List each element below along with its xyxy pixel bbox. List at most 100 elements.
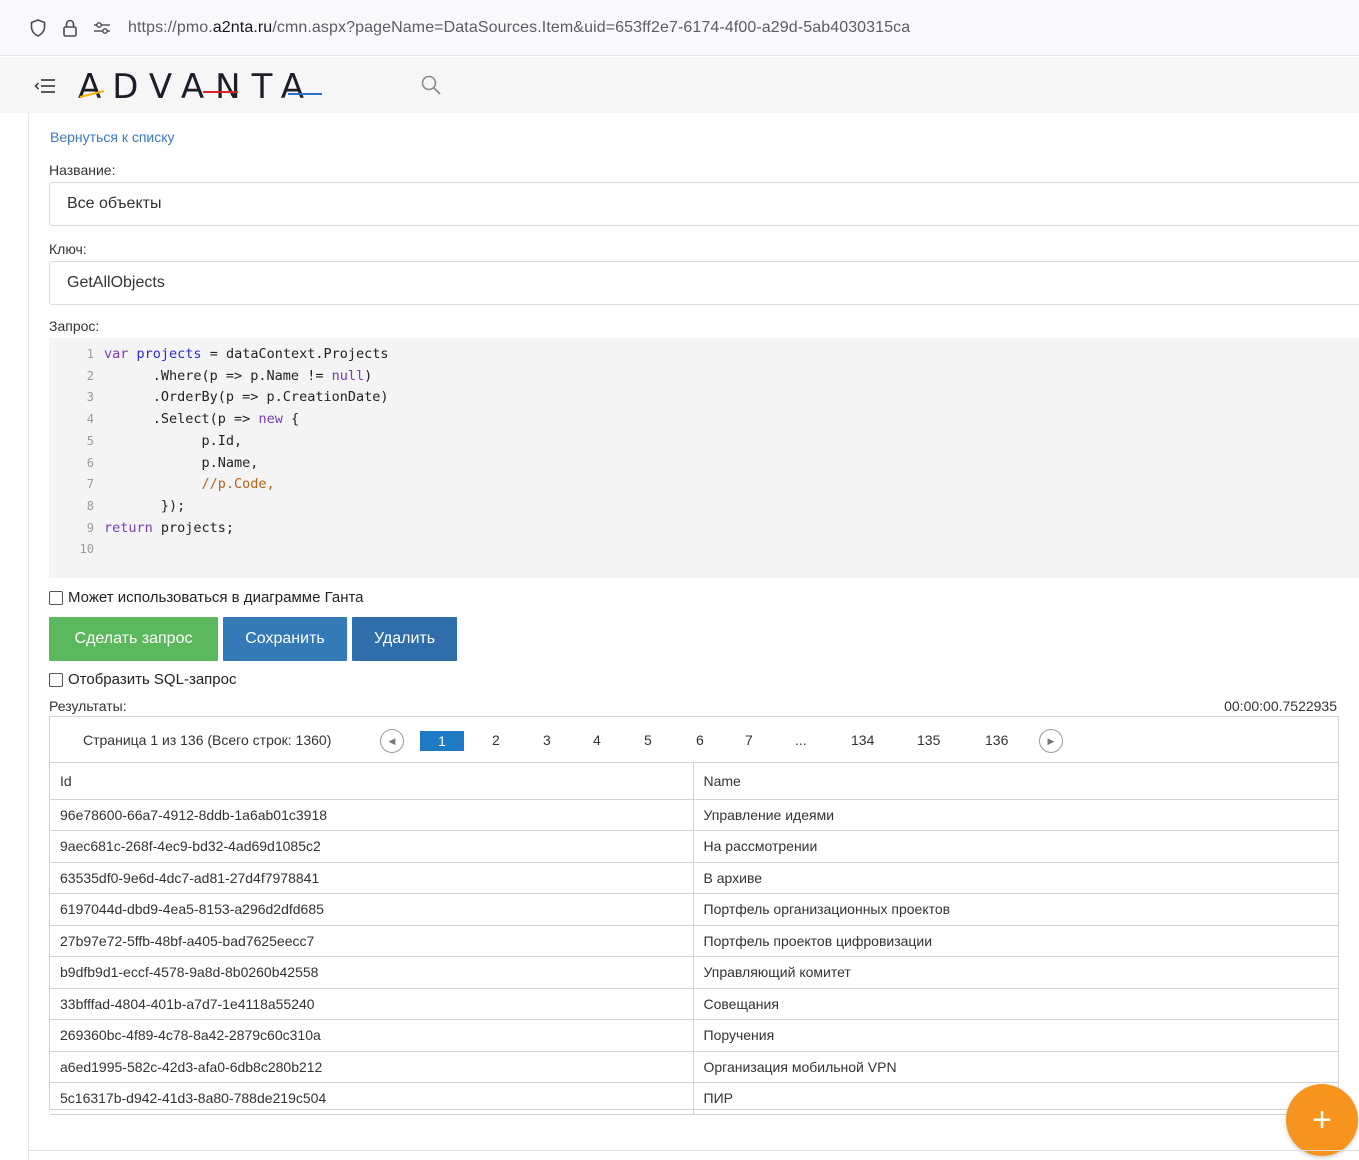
name-field[interactable]: Все объекты	[49, 182, 1359, 226]
code-text: //p.Code,	[104, 476, 275, 493]
table-row[interactable]: a6ed1995-582c-42d3-afa0-6db8c280b212 Орга…	[50, 1050, 1338, 1083]
lock-icon[interactable]	[60, 18, 80, 38]
code-line: 9 return projects;	[49, 517, 234, 539]
column-header-id[interactable]: Id	[50, 763, 694, 800]
show-sql-checkbox-box[interactable]	[49, 672, 63, 687]
page-link[interactable]: 3	[543, 732, 551, 748]
results-label: Результаты:	[49, 698, 127, 714]
code-line: 5 p.Id,	[49, 430, 242, 452]
code-line: 6 p.Name,	[49, 452, 259, 474]
key-field[interactable]: GetAllObjects	[49, 261, 1359, 305]
line-number: 4	[86, 412, 94, 427]
code-line: 7 //p.Code,	[49, 473, 275, 495]
code-line: 3 .OrderBy(p => p.CreationDate)	[49, 386, 389, 408]
cell-id: 5c16317b-d942-41d3-8a80-788de219c504	[50, 1082, 694, 1115]
code-text: var projects = dataContext.Projects	[104, 346, 389, 362]
column-header-name[interactable]: Name	[692, 763, 1338, 800]
line-number: 8	[86, 498, 94, 513]
table-row[interactable]: 96e78600-66a7-4912-8ddb-1a6ab01c3918 Упра…	[50, 798, 1338, 831]
code-text: });	[104, 497, 186, 514]
line-number: 5	[86, 433, 94, 448]
cell-id: 6197044d-dbd9-4ea5-8153-a296d2dfd685	[50, 893, 694, 926]
cell-name: Портфель проектов цифровизации	[692, 924, 1338, 957]
table-row[interactable]: 269360bc-4f89-4c78-8a42-2879c60c310a Пору…	[50, 1019, 1338, 1052]
cell-id: 9aec681c-268f-4ec9-bd32-4ad69d1085c2	[50, 830, 694, 863]
plus-icon: +	[1312, 1100, 1332, 1139]
show-sql-checkbox[interactable]: Отобразить SQL-запрос	[49, 671, 236, 688]
prev-page-icon[interactable]: ◀	[380, 729, 404, 753]
table-row[interactable]: 9aec681c-268f-4ec9-bd32-4ad69d1085c2 На р…	[50, 830, 1338, 863]
line-number: 3	[86, 390, 94, 405]
next-page-icon[interactable]: ▶	[1039, 729, 1063, 753]
page-link[interactable]: 2	[492, 732, 500, 748]
url-path: /cmn.aspx?pageName=DataSources.Item&uid=…	[272, 18, 911, 36]
save-button[interactable]: Сохранить	[223, 617, 347, 661]
advanta-logo[interactable]: ADVANTA	[78, 67, 322, 107]
page-ellipsis: ...	[795, 732, 807, 748]
shield-icon[interactable]	[28, 18, 48, 38]
cell-name: Поручения	[692, 1019, 1338, 1052]
search-icon[interactable]	[419, 73, 443, 97]
code-line: 8 });	[49, 495, 186, 517]
line-number: 10	[79, 542, 94, 557]
code-text: .Select(p => new {	[104, 411, 300, 428]
table-row[interactable]: 33bfffad-4804-401b-a7d7-1e4118a55240 Сове…	[50, 987, 1338, 1020]
cell-id: a6ed1995-582c-42d3-afa0-6db8c280b212	[50, 1050, 694, 1083]
cell-id: b9dfb9d1-eccf-4578-9a8d-8b0260b42558	[50, 956, 694, 989]
cell-name: Организация мобильной VPN	[692, 1050, 1338, 1083]
code-text: p.Id,	[104, 432, 243, 449]
gantt-checkbox-box[interactable]	[49, 590, 63, 605]
show-sql-checkbox-label: Отобразить SQL-запрос	[68, 671, 237, 688]
browser-url-bar: https://pmo.a2nta.ru/cmn.aspx?pageName=D…	[0, 0, 1359, 56]
page-link[interactable]: 135	[917, 732, 940, 748]
url-domain: a2nta.ru	[212, 18, 273, 36]
back-to-list-link[interactable]: Вернуться к списку	[50, 129, 175, 145]
pager: Страница 1 из 136 (Всего строк: 1360) ◀ …	[50, 717, 1338, 763]
code-line: 1 var projects = dataContext.Projects	[49, 343, 389, 365]
results-table: Id Name 96e78600-66a7-4912-8ddb-1a6ab01c…	[50, 763, 1338, 1115]
code-text: p.Name,	[104, 454, 259, 471]
app-header: ADVANTA	[0, 57, 1359, 113]
add-button[interactable]: +	[1286, 1084, 1358, 1156]
url-text[interactable]: https://pmo.a2nta.ru/cmn.aspx?pageName=D…	[128, 19, 910, 37]
code-line: 2 .Where(p => p.Name != null)	[49, 365, 372, 387]
delete-button[interactable]: Удалить	[352, 617, 457, 661]
collapse-menu-icon[interactable]	[34, 77, 56, 95]
permissions-icon[interactable]	[92, 18, 112, 38]
page-link[interactable]: 6	[696, 732, 704, 748]
cell-name: Управляющий комитет	[692, 956, 1338, 989]
cell-name: ПИР	[692, 1082, 1338, 1115]
query-label: Запрос:	[49, 318, 100, 334]
code-line: 10	[49, 538, 104, 560]
table-row[interactable]: 5c16317b-d942-41d3-8a80-788de219c504 ПИР	[50, 1082, 1338, 1115]
table-row[interactable]: 27b97e72-5ffb-48bf-a405-bad7625eecc7 Порт…	[50, 924, 1338, 957]
cell-name: В архиве	[692, 861, 1338, 894]
cell-id: 269360bc-4f89-4c78-8a42-2879c60c310a	[50, 1019, 694, 1052]
code-line: 4 .Select(p => new {	[49, 408, 299, 430]
table-row[interactable]: 63535df0-9e6d-4dc7-ad81-27d4f7978841 В ар…	[50, 861, 1338, 894]
content-bottom-border	[28, 1150, 1359, 1151]
page-link[interactable]: 136	[985, 732, 1008, 748]
line-number: 6	[86, 455, 94, 470]
query-code-editor[interactable]: 1 var projects = dataContext.Projects 2 .W…	[49, 338, 1359, 578]
page-link[interactable]: 7	[745, 732, 753, 748]
table-row[interactable]: 6197044d-dbd9-4ea5-8153-a296d2dfd685 Порт…	[50, 893, 1338, 926]
page-current[interactable]: 1	[420, 731, 464, 751]
logo-accent-marks	[79, 90, 322, 98]
page-link[interactable]: 4	[593, 732, 601, 748]
line-number: 7	[86, 477, 94, 492]
line-number: 1	[86, 347, 94, 361]
code-text: .Where(p => p.Name != null)	[104, 367, 373, 384]
cell-name: Портфель организационных проектов	[692, 893, 1338, 926]
results-grid: Страница 1 из 136 (Всего строк: 1360) ◀ …	[49, 716, 1339, 1115]
cell-name: На рассмотрении	[692, 830, 1338, 863]
page-link[interactable]: 134	[851, 732, 874, 748]
gantt-checkbox[interactable]: Может использоваться в диаграмме Ганта	[49, 589, 364, 606]
code-text: .OrderBy(p => p.CreationDate)	[104, 389, 389, 406]
table-row[interactable]: b9dfb9d1-eccf-4578-9a8d-8b0260b42558 Упра…	[50, 956, 1338, 989]
page-link[interactable]: 5	[644, 732, 652, 748]
cell-id: 96e78600-66a7-4912-8ddb-1a6ab01c3918	[50, 798, 694, 831]
line-number: 2	[86, 368, 94, 383]
name-label: Название:	[49, 162, 116, 178]
run-query-button[interactable]: Сделать запрос	[49, 617, 218, 661]
